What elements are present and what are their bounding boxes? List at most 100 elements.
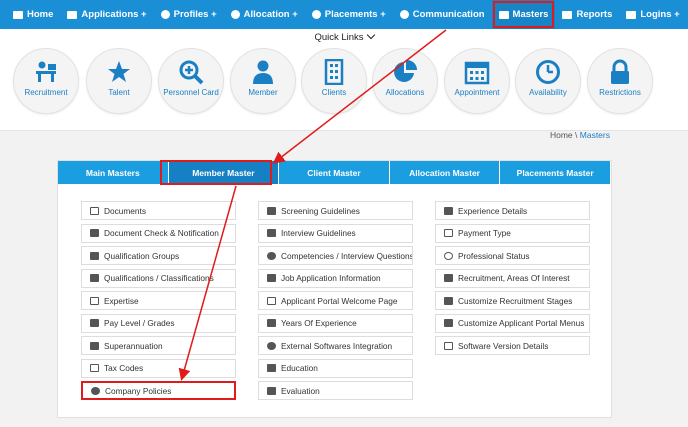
nav-masters[interactable]: Masters [491,0,556,29]
quick-link-appointment[interactable]: Appointment [444,48,510,114]
item-customize-portal-menus[interactable]: Customize Applicant Portal Menus [435,313,590,333]
quick-links-bar: Quick Links Recruitment Talent Personnel… [0,29,688,131]
money-icon [444,229,453,237]
item-external-softwares[interactable]: External Softwares Integration [258,336,413,355]
file-icon [267,274,276,282]
breadcrumb-current: Masters [579,130,610,140]
tab-placements-master[interactable]: Placements Master [500,161,611,184]
quick-link-allocations[interactable]: Allocations [372,48,438,114]
briefcase-icon [444,296,453,305]
tab-allocation-master[interactable]: Allocation Master [389,161,501,184]
item-qualifications[interactable]: Qualifications / Classifications [81,268,236,288]
item-job-application-info[interactable]: Job Application Information [258,268,413,288]
item-education[interactable]: Education [258,358,413,378]
folder-open-icon [562,10,573,19]
item-pay-level[interactable]: Pay Level / Grades [81,313,236,333]
user-outline-icon [444,251,453,260]
graduation-cap-icon [90,274,99,282]
clock-icon [536,60,560,84]
nav-communication[interactable]: Communication [393,0,492,29]
quick-link-availability[interactable]: Availability [515,48,581,114]
quick-link-clients[interactable]: Clients [301,48,367,114]
item-experience-details[interactable]: Experience Details [435,201,590,220]
item-superannuation[interactable]: Superannuation [81,336,236,355]
item-software-version[interactable]: Software Version Details [435,336,590,355]
nav-placements-label: Placements + [324,9,386,20]
lock-icon [626,10,637,19]
item-label: Years Of Experience [281,318,357,328]
tab-highlight-box [160,160,272,185]
quick-link-label: Recruitment [24,88,68,97]
nav-logins-label: Logins + [640,9,680,20]
item-label: Pay Level / Grades [104,318,175,328]
top-nav: Home Applications + Profiles + Allocatio… [0,0,688,29]
tab-client-master[interactable]: Client Master [279,161,390,184]
member-master-column-1: Documents Document Check & Notification … [81,201,236,404]
chevron-down-icon [366,30,375,40]
item-label: Competencies / Interview Questions [281,250,413,261]
quick-link-label: Allocations [385,88,425,97]
nav-applications-label: Applications + [81,9,147,20]
item-label: Company Policies [105,385,172,396]
quick-link-personnel-card[interactable]: Personnel Card [158,48,224,114]
quick-link-recruitment[interactable]: Recruitment [13,48,79,114]
item-payment-type[interactable]: Payment Type [435,223,590,243]
check-square-icon [90,229,99,237]
recruitment-icon [36,61,56,82]
nav-profiles-label: Profiles + [173,9,217,20]
item-label: Recruitment, Areas Of Interest [458,273,570,283]
credit-card-icon [90,319,99,327]
nav-applications[interactable]: Applications + [60,0,153,29]
quick-link-member[interactable]: Member [230,48,296,114]
quick-link-talent[interactable]: Talent [86,48,152,114]
item-customize-recruitment-stages[interactable]: Customize Recruitment Stages [435,291,590,310]
item-applicant-portal-welcome[interactable]: Applicant Portal Welcome Page [258,291,413,310]
item-interview-guidelines[interactable]: Interview Guidelines [258,223,413,243]
folder-open-icon [90,364,99,372]
user-icon [253,60,273,84]
item-document-check[interactable]: Document Check & Notification [81,223,236,243]
nav-reports-label: Reports [576,9,613,20]
globe-icon [311,10,321,19]
item-company-policies[interactable]: Company Policies [81,381,236,400]
nav-logins[interactable]: Logins + [619,0,686,29]
pie-chart-icon [394,59,418,82]
item-screening-guidelines[interactable]: Screening Guidelines [258,201,413,220]
quick-link-label: Availability [529,88,567,97]
quick-link-restrictions[interactable]: Restrictions [587,48,653,114]
item-label: Tax Codes [104,363,144,373]
graduation-cap-icon [90,251,99,260]
nav-allocation-label: Allocation + [243,9,298,20]
item-expertise[interactable]: Expertise [81,291,236,310]
cog-icon [267,341,276,350]
item-professional-status[interactable]: Professional Status [435,246,590,265]
item-recruitment-areas[interactable]: Recruitment, Areas Of Interest [435,268,590,288]
tab-main-masters[interactable]: Main Masters [58,161,169,184]
item-years-of-experience[interactable]: Years Of Experience [258,313,413,333]
check-circle-icon [91,386,100,395]
nav-home[interactable]: Home [6,0,60,29]
item-tax-codes[interactable]: Tax Codes [81,358,236,378]
nav-profiles[interactable]: Profiles + [154,0,224,29]
breadcrumb: Home \ Masters [550,130,610,140]
nav-placements[interactable]: Placements + [305,0,393,29]
bars-icon [444,319,453,327]
item-label: Job Application Information [281,273,381,283]
item-label: Qualification Groups [104,250,180,261]
breadcrumb-home[interactable]: Home \ [550,130,577,140]
nav-communication-label: Communication [412,9,485,20]
money-icon [90,341,99,350]
item-evaluation[interactable]: Evaluation [258,381,413,400]
item-label: External Softwares Integration [281,340,393,351]
quick-links-toggle[interactable]: Quick Links [0,30,688,43]
masters-panel: Main Masters Member Master Client Master… [57,160,612,418]
quick-link-label: Appointment [454,88,500,97]
item-label: Customize Recruitment Stages [458,295,573,306]
nav-allocation[interactable]: Allocation + [224,0,305,29]
item-label: Expertise [104,295,139,306]
quick-link-label: Clients [321,88,347,97]
item-documents[interactable]: Documents [81,201,236,220]
item-competencies[interactable]: Competencies / Interview Questions [258,246,413,265]
item-qualification-groups[interactable]: Qualification Groups [81,246,236,265]
nav-reports[interactable]: Reports [555,0,619,29]
